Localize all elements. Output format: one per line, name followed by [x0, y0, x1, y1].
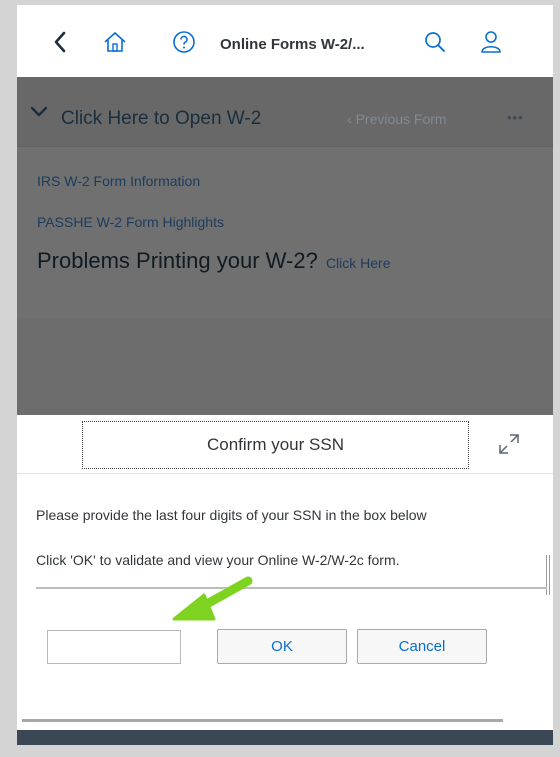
irs-w2-info-link[interactable]: IRS W-2 Form Information	[37, 173, 200, 189]
dialog-footer-scrollbar[interactable]	[22, 719, 503, 722]
problems-click-here-link[interactable]: Click Here	[326, 255, 391, 271]
chevron-left-icon: ‹	[347, 111, 356, 127]
user-icon[interactable]	[476, 27, 506, 57]
screenshot-frame: Online Forms W-2/... Click Here to Open …	[0, 0, 560, 757]
page-title: Online Forms W-2/...	[220, 36, 365, 53]
home-icon[interactable]	[100, 27, 130, 57]
chevron-down-icon[interactable]	[30, 105, 48, 123]
expand-icon[interactable]	[498, 433, 520, 460]
validate-instruction-text: Click 'OK' to validate and view your Onl…	[36, 552, 400, 568]
page-footer-bar	[17, 729, 553, 745]
confirm-ssn-dialog: Confirm your SSN Please provide the last…	[17, 415, 553, 730]
search-icon[interactable]	[420, 27, 450, 57]
ssn-instruction-text: Please provide the last four digits of y…	[36, 507, 427, 523]
back-icon[interactable]	[45, 27, 75, 57]
problems-printing-label: Problems Printing your W-2?	[37, 248, 318, 273]
passhe-w2-highlights-link[interactable]: PASSHE W-2 Form Highlights	[37, 214, 224, 230]
scrollbar-handle[interactable]	[546, 555, 550, 595]
previous-form-button[interactable]: ‹ Previous Form	[347, 111, 447, 127]
dialog-content-divider	[36, 587, 547, 589]
previous-form-label: Previous Form	[355, 111, 447, 127]
shell-header: Online Forms W-2/...	[17, 5, 553, 77]
cancel-button[interactable]: Cancel	[357, 629, 487, 664]
annotation-arrow-icon	[160, 575, 255, 640]
dialog-title: Confirm your SSN	[82, 421, 469, 469]
more-options-icon[interactable]: •••	[507, 110, 524, 125]
open-w2-toggle[interactable]: Click Here to Open W-2	[61, 108, 261, 130]
dialog-header-divider	[17, 473, 553, 474]
help-icon[interactable]	[169, 27, 199, 57]
form-toolbar: Click Here to Open W-2 ‹ Previous Form •…	[17, 77, 553, 147]
app-window: Online Forms W-2/... Click Here to Open …	[17, 5, 553, 745]
problems-printing-text: Problems Printing your W-2? Click Here	[37, 248, 391, 274]
